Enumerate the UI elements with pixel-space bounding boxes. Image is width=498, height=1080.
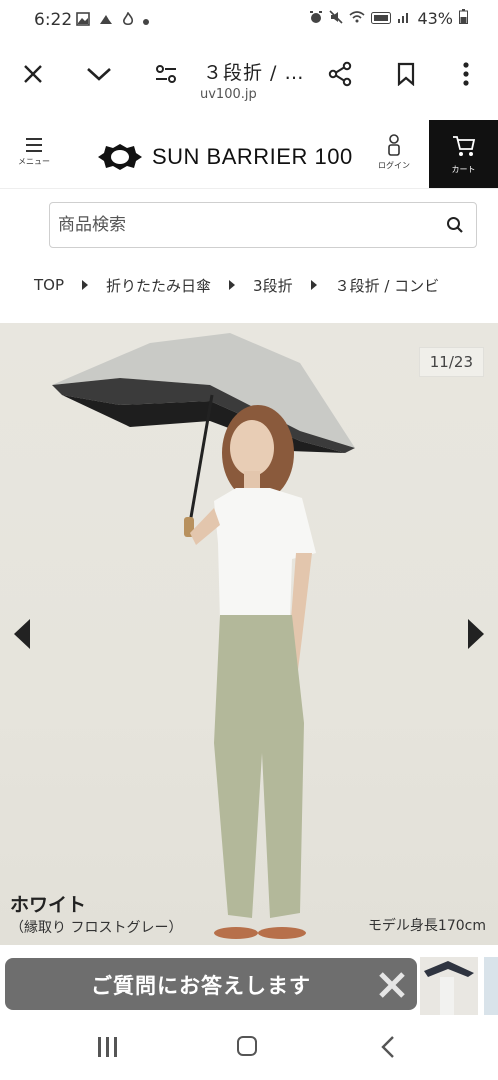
status-time: 6:22 xyxy=(34,10,73,30)
close-icon[interactable] xyxy=(375,968,409,1002)
cloud-icon xyxy=(98,11,114,30)
thumbnail-item[interactable] xyxy=(484,957,498,1015)
thumbnail-item[interactable] xyxy=(420,957,478,1015)
prev-image-arrow-icon[interactable] xyxy=(14,619,30,649)
login-button[interactable]: ログイン xyxy=(372,134,416,178)
color-name: ホワイト xyxy=(10,894,87,916)
chevron-right-icon xyxy=(310,280,317,290)
image-counter: 11/23 xyxy=(418,347,484,377)
search-box[interactable]: 商品検索 xyxy=(49,202,477,248)
chevron-right-icon xyxy=(229,280,236,290)
dot-icon xyxy=(142,11,150,30)
page-url[interactable]: uv100.jp xyxy=(200,87,257,102)
status-bar: 6:22 43% xyxy=(0,0,498,40)
menu-button[interactable]: メニュー xyxy=(14,134,54,178)
back-icon[interactable] xyxy=(380,1035,396,1063)
fire-icon xyxy=(122,11,134,30)
volte-icon xyxy=(371,9,392,28)
site-header: メニュー SUN BARRIER 100 ログイン カート xyxy=(0,120,498,189)
breadcrumb-item-folding-parasol[interactable]: 折りたたみ日傘 xyxy=(106,275,211,296)
mute-icon xyxy=(329,9,344,28)
notification-icons xyxy=(76,11,150,30)
search-input[interactable]: 商品検索 xyxy=(58,203,126,247)
share-icon[interactable] xyxy=(320,54,360,94)
search-icon[interactable] xyxy=(446,216,464,238)
tune-icon[interactable] xyxy=(146,54,186,94)
signal-icon xyxy=(397,9,411,28)
battery-icon xyxy=(459,9,468,28)
alarm-icon xyxy=(309,9,323,28)
product-photo xyxy=(52,333,355,939)
faq-banner-text[interactable]: ご質問にお答えします xyxy=(91,970,311,1000)
wifi-icon xyxy=(349,9,365,28)
next-image-arrow-icon[interactable] xyxy=(468,619,484,649)
cart-label: カート xyxy=(451,165,476,174)
menu-label: メニュー xyxy=(18,157,50,166)
umbrella-thumbnail xyxy=(424,961,474,1015)
recent-apps-icon[interactable] xyxy=(98,1037,117,1057)
battery-percent: 43% xyxy=(417,9,453,28)
login-label: ログイン xyxy=(378,161,410,170)
more-icon[interactable] xyxy=(446,54,486,94)
system-nav-bar xyxy=(0,1015,498,1080)
bookmark-icon[interactable] xyxy=(386,54,426,94)
chevron-right-icon xyxy=(82,280,89,290)
user-icon xyxy=(388,134,400,156)
model-height: モデル身長170cm xyxy=(367,918,486,934)
faq-banner[interactable]: ご質問にお答えします xyxy=(5,958,417,1010)
logo[interactable]: SUN BARRIER 100 xyxy=(96,142,353,172)
browser-toolbar: ３段折 / … uv100.jp xyxy=(0,40,498,121)
page-title[interactable]: ３段折 / … xyxy=(203,58,304,85)
breadcrumb-item-current: ３段折 / コンビ xyxy=(334,276,440,295)
breadcrumb-item-3fold[interactable]: 3段折 xyxy=(253,275,293,296)
breadcrumb-item-top[interactable]: TOP xyxy=(34,276,64,294)
status-right: 43% xyxy=(309,9,468,28)
logo-text: SUN BARRIER 100 xyxy=(152,144,353,169)
home-icon[interactable] xyxy=(237,1036,257,1056)
cart-button[interactable]: カート xyxy=(429,120,498,188)
image-icon xyxy=(76,11,90,30)
product-gallery[interactable]: 11/23 ホワイト （縁取り フロストグレー） モデル身長170cm xyxy=(0,323,498,945)
close-icon[interactable] xyxy=(13,54,53,94)
cart-icon xyxy=(452,136,475,156)
chevron-down-icon[interactable] xyxy=(79,54,119,94)
hamburger-icon xyxy=(26,138,42,152)
color-subtitle: （縁取り フロストグレー） xyxy=(10,920,183,936)
logo-mark-icon xyxy=(98,144,142,170)
breadcrumb: TOP 折りたたみ日傘 3段折 ３段折 / コンビ xyxy=(34,272,439,298)
